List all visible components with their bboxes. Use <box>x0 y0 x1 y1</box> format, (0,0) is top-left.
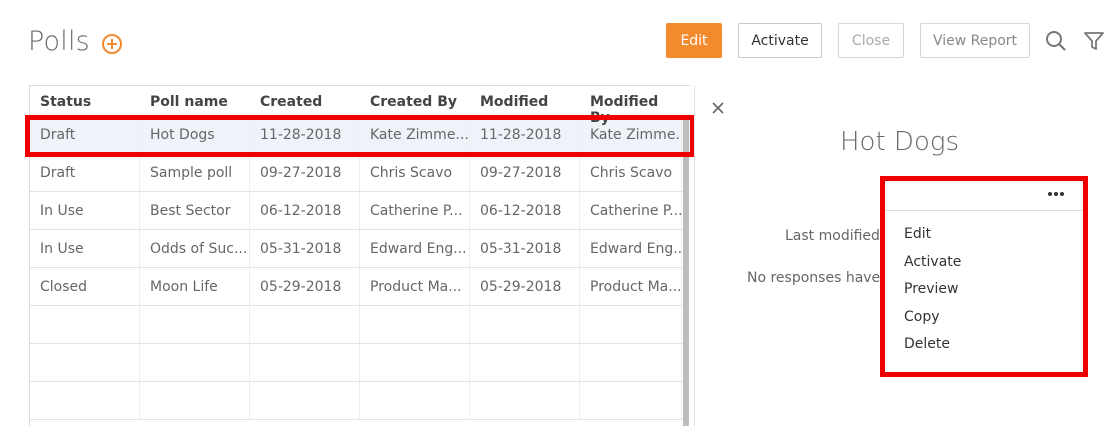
table-cell <box>580 344 682 381</box>
table-cell: 05-31-2018 <box>250 230 360 267</box>
table-cell: 09-27-2018 <box>470 154 580 191</box>
table-cell: 06-12-2018 <box>470 192 580 229</box>
add-circle-icon[interactable] <box>101 33 123 55</box>
table-cell: Draft <box>30 154 140 191</box>
table-scrollbar[interactable] <box>683 116 689 426</box>
table-cell: 05-29-2018 <box>250 268 360 305</box>
menu-item-copy[interactable]: Copy <box>885 304 1083 332</box>
close-button[interactable]: Close <box>838 23 904 58</box>
table-cell: Best Sector <box>140 192 250 229</box>
page-title: Polls <box>28 26 90 57</box>
column-header-status[interactable]: Status <box>30 86 140 115</box>
table-cell: In Use <box>30 230 140 267</box>
view-report-button[interactable]: View Report <box>920 23 1030 58</box>
table-cell: Sample poll <box>140 154 250 191</box>
table-cell: 05-31-2018 <box>470 230 580 267</box>
table-cell: Chris Scavo <box>360 154 470 191</box>
no-responses-text: No responses have b <box>747 270 894 286</box>
filter-icon[interactable] <box>1082 29 1106 53</box>
menu-header <box>885 181 1083 211</box>
table-cell <box>140 382 250 419</box>
table-cell: Edward Eng... <box>360 230 470 267</box>
table-cell <box>470 382 580 419</box>
table-cell: In Use <box>30 192 140 229</box>
edit-button[interactable]: Edit <box>666 23 722 58</box>
last-modified-text: Last modified <box>785 228 880 244</box>
table-cell: Edward Eng... <box>580 230 682 267</box>
table-cell <box>140 344 250 381</box>
empty-table-row <box>30 382 690 420</box>
table-cell <box>360 306 470 343</box>
table-cell <box>360 344 470 381</box>
table-cell: Odds of Suc... <box>140 230 250 267</box>
more-options-icon[interactable] <box>1047 189 1065 199</box>
menu-list: Edit Activate Preview Copy Delete <box>885 211 1083 359</box>
table-cell <box>470 344 580 381</box>
table-cell: Closed <box>30 268 140 305</box>
menu-item-delete[interactable]: Delete <box>885 331 1083 359</box>
table-cell: 05-29-2018 <box>470 268 580 305</box>
close-icon[interactable] <box>710 100 726 116</box>
table-cell: 06-12-2018 <box>250 192 360 229</box>
column-header-created-by[interactable]: Created By <box>360 86 470 115</box>
table-cell <box>140 306 250 343</box>
activate-button[interactable]: Activate <box>738 23 822 58</box>
search-icon[interactable] <box>1044 29 1068 53</box>
table-cell <box>470 306 580 343</box>
column-header-poll-name[interactable]: Poll name <box>140 86 250 115</box>
detail-title: Hot Dogs <box>840 127 959 157</box>
column-header-modified[interactable]: Modified <box>470 86 580 115</box>
table-cell <box>250 344 360 381</box>
table-cell <box>250 306 360 343</box>
table-cell <box>30 344 140 381</box>
table-cell: Catherine P... <box>360 192 470 229</box>
table-cell <box>580 382 682 419</box>
table-row[interactable]: In Use Best Sector 06-12-2018 Catherine P..… <box>30 192 690 230</box>
table-row[interactable]: In Use Odds of Suc... 05-31-2018 Edward Eng… <box>30 230 690 268</box>
table-cell <box>30 306 140 343</box>
table-cell: 09-27-2018 <box>250 154 360 191</box>
table-cell <box>360 382 470 419</box>
actions-menu: Edit Activate Preview Copy Delete <box>880 176 1088 377</box>
empty-table-row <box>30 306 690 344</box>
table-cell: Product Ma... <box>360 268 470 305</box>
empty-table-row <box>30 344 690 382</box>
table-cell: Chris Scavo <box>580 154 682 191</box>
menu-item-edit[interactable]: Edit <box>885 221 1083 249</box>
table-row[interactable]: Closed Moon Life 05-29-2018 Product Ma... 05… <box>30 268 690 306</box>
table-cell: Product Ma... <box>580 268 682 305</box>
table-cell <box>580 306 682 343</box>
table-cell: Catherine P... <box>580 192 682 229</box>
table-cell <box>30 382 140 419</box>
column-header-created[interactable]: Created <box>250 86 360 115</box>
selected-row-highlight <box>25 115 695 157</box>
column-header-modified-by[interactable]: Modified By <box>580 86 682 126</box>
menu-item-preview[interactable]: Preview <box>885 276 1083 304</box>
menu-item-activate[interactable]: Activate <box>885 249 1083 277</box>
table-cell <box>250 382 360 419</box>
table-row[interactable]: Draft Sample poll 09-27-2018 Chris Scavo 09-… <box>30 154 690 192</box>
table-header: Status Poll name Created Created By Modi… <box>30 86 690 126</box>
table-cell: Moon Life <box>140 268 250 305</box>
table-body: Draft Hot Dogs 11-28-2018 Kate Zimme... 11-2… <box>30 116 690 420</box>
